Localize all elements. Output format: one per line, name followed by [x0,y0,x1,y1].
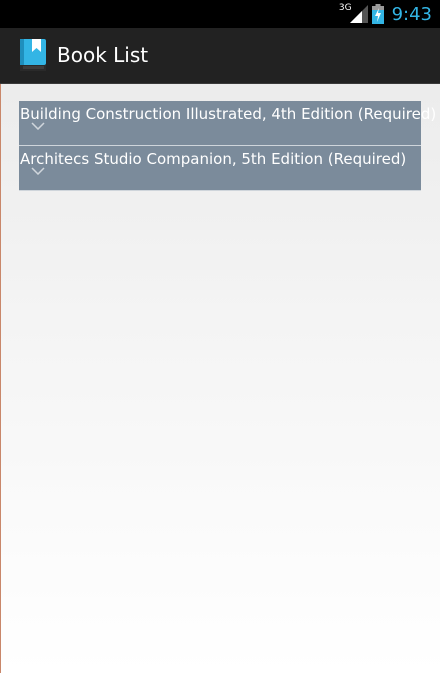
book-title: Building Construction Illustrated, 4th E… [20,105,437,123]
book-list-item[interactable]: Building Construction Illustrated, 4th E… [19,101,436,146]
status-bar: 3G 9:43 [0,0,440,28]
action-bar: Book List [0,28,440,84]
network-type-label: 3G [338,2,352,13]
chevron-down-icon[interactable] [31,167,45,175]
bookmark-book-icon[interactable] [20,39,46,71]
battery-charging-icon [371,4,384,24]
signal-icon [349,5,368,23]
app-title: Book List [57,43,149,67]
content-left-edge [0,84,1,673]
chevron-down-icon[interactable] [31,122,45,130]
status-icons: 3G 9:43 [339,3,432,25]
book-list: Building Construction Illustrated, 4th E… [19,101,436,191]
book-title: Architecs Studio Companion, 5th Edition … [20,150,407,168]
content-area: Building Construction Illustrated, 4th E… [0,84,440,673]
book-list-item[interactable]: Architecs Studio Companion, 5th Edition … [19,146,421,191]
status-clock: 9:43 [391,3,432,25]
